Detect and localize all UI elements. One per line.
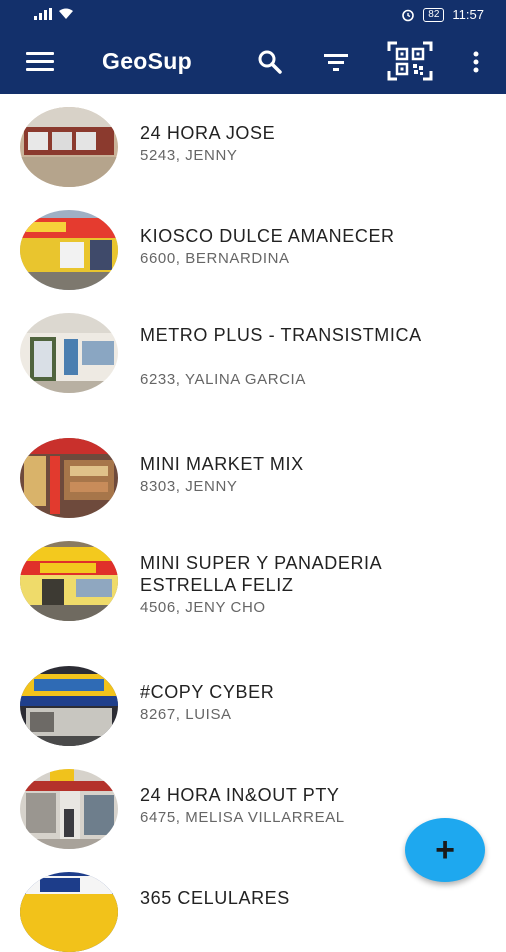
status-left (34, 8, 74, 20)
alarm-icon (402, 9, 415, 21)
status-bar: 82 11:57 (0, 0, 506, 30)
wifi-icon (59, 8, 73, 19)
store-name: 24 HORA JOSE (140, 123, 276, 143)
app-title: GeoSup (102, 48, 192, 74)
store-name: 365 CELULARES (140, 888, 290, 908)
store-thumbnail (20, 210, 118, 290)
store-thumbnail (20, 666, 118, 746)
store-name: KIOSCO DULCE AMANECER (140, 226, 395, 246)
store-thumbnail (20, 107, 118, 187)
store-name: #COPY CYBER (140, 682, 275, 702)
add-button[interactable]: + (405, 818, 485, 882)
store-subtitle: 6600, BERNARDINA (140, 250, 290, 267)
store-thumbnail (20, 769, 118, 849)
menu-icon[interactable] (26, 52, 54, 72)
add-icon: + (435, 830, 455, 869)
more-vert-icon[interactable] (458, 44, 494, 80)
store-thumbnail (20, 438, 118, 518)
store-subtitle: 8267, LUISA (140, 706, 232, 723)
signal-icon (34, 8, 52, 20)
store-thumbnail (20, 541, 118, 621)
store-subtitle: 6475, MELISA VILLARREAL (140, 809, 345, 826)
status-time: 11:57 (452, 7, 484, 22)
store-name: MINI SUPER Y PANADERIA ESTRELLA FELIZ (140, 553, 382, 595)
store-thumbnail (20, 313, 118, 393)
store-thumbnail (20, 872, 118, 952)
status-right: 82 11:57 (401, 7, 484, 22)
store-subtitle: 5243, JENNY (140, 147, 238, 164)
store-name: METRO PLUS - TRANSISTMICA (140, 325, 422, 345)
battery-indicator: 82 (423, 7, 445, 22)
store-name: MINI MARKET MIX (140, 454, 304, 474)
store-subtitle: 8303, JENNY (140, 478, 238, 495)
store-subtitle: 6233, YALINA GARCIA (140, 371, 306, 388)
store-name: 24 HORA IN&OUT PTY (140, 785, 340, 805)
store-subtitle: 4506, JENY CHO (140, 599, 266, 616)
app-bar: GeoSup (0, 30, 506, 94)
search-icon[interactable] (252, 44, 288, 80)
filter-icon[interactable] (318, 44, 354, 80)
qr-code-icon[interactable] (386, 41, 434, 81)
